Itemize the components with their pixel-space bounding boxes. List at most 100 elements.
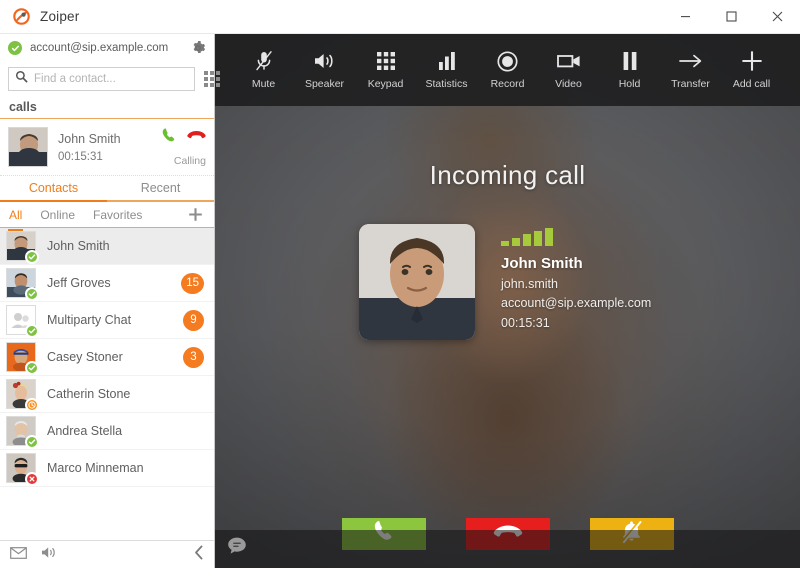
- minimize-button[interactable]: [662, 0, 708, 33]
- speaker-icon: [314, 50, 336, 72]
- close-button[interactable]: [754, 0, 800, 33]
- phone-hangup-icon[interactable]: [187, 129, 206, 147]
- search-box[interactable]: [8, 67, 195, 91]
- contact-row-casey-stoner[interactable]: Casey Stoner 3: [0, 339, 214, 376]
- toolbar-video-button[interactable]: Video: [538, 34, 599, 106]
- unread-badge: 3: [183, 346, 204, 368]
- toolbar-label: Video: [555, 78, 582, 90]
- toolbar-label: Record: [490, 78, 525, 90]
- toolbar-hold-button[interactable]: Hold: [599, 34, 660, 106]
- maximize-button[interactable]: [708, 0, 754, 33]
- toolbar-transfer-button[interactable]: Transfer: [660, 34, 721, 106]
- peer-username: john.smith: [501, 277, 558, 291]
- contact-row-multiparty-chat[interactable]: Multiparty Chat 9: [0, 302, 214, 339]
- gear-icon[interactable]: [188, 38, 208, 58]
- chevron-left-icon[interactable]: [194, 545, 204, 565]
- active-call-controls: Calling: [138, 127, 206, 167]
- call-duration: 00:15:31: [501, 315, 550, 330]
- plus-icon: [741, 50, 763, 72]
- phone-answer-icon[interactable]: [160, 127, 177, 149]
- bottom-shade: [215, 530, 800, 568]
- filter-all[interactable]: All: [8, 204, 24, 231]
- search-input[interactable]: [34, 73, 188, 85]
- status-online-icon: [25, 324, 39, 338]
- unread-badge: 9: [183, 309, 204, 331]
- tab-recent[interactable]: Recent: [107, 176, 214, 200]
- status-online-icon: [25, 250, 39, 264]
- contact-name: Marco Minneman: [47, 461, 144, 475]
- search-row: [0, 62, 220, 96]
- speaker-icon[interactable]: [41, 546, 58, 564]
- dialpad-grid-icon: [376, 50, 396, 72]
- add-contact-button[interactable]: [187, 206, 204, 223]
- signal-strength-icon: [501, 228, 651, 246]
- contact-photo: [359, 224, 475, 340]
- search-icon: [15, 70, 28, 88]
- avatar: [6, 342, 39, 375]
- zoiper-window: Zoiper account@sip.example.com Find a co…: [0, 0, 800, 568]
- call-state-title: Incoming call: [429, 160, 586, 190]
- filter-online[interactable]: Online: [39, 204, 76, 226]
- toolbar-keypad-button[interactable]: Keypad: [355, 34, 416, 106]
- title-bar: Zoiper: [0, 0, 800, 34]
- toolbar-mute-button[interactable]: Mute: [233, 34, 294, 106]
- contact-row-andrea-stella[interactable]: Andrea Stella: [0, 413, 214, 450]
- avatar: [6, 268, 39, 301]
- zoiper-logo-icon: [8, 8, 34, 25]
- peer-block: John Smith john.smith account@sip.exampl…: [359, 224, 651, 340]
- record-circle-icon: [497, 50, 518, 72]
- toolbar-label: Transfer: [671, 78, 710, 90]
- sidebar-main-tabs: Contacts Recent: [0, 176, 214, 202]
- avatar: [6, 453, 39, 486]
- toolbar-label: Speaker: [304, 78, 345, 90]
- active-call-info: John Smith 00:15:31: [58, 132, 138, 163]
- active-call-row[interactable]: John Smith 00:15:31 Calling: [0, 118, 214, 176]
- window-body: account@sip.example.com Find a contact..…: [0, 34, 800, 568]
- active-call-avatar: [8, 127, 48, 167]
- pause-icon: [622, 50, 638, 72]
- tab-contacts[interactable]: Contacts: [0, 176, 107, 202]
- account-row[interactable]: account@sip.example.com: [0, 34, 214, 62]
- toolbar-label: Add call: [732, 78, 771, 90]
- status-busy-icon: [25, 472, 39, 486]
- envelope-icon[interactable]: [10, 546, 27, 564]
- peer-account: account@sip.example.com: [501, 296, 652, 311]
- toolbar-add-call-button[interactable]: Add call: [721, 34, 782, 106]
- toolbar-record-button[interactable]: Record: [477, 34, 538, 106]
- contact-name: Andrea Stella: [47, 424, 123, 438]
- window-title: Zoiper: [40, 9, 80, 24]
- sidebar-filter-tabs: All Online Favorites: [0, 202, 214, 231]
- arrow-right-icon: [678, 50, 703, 72]
- toolbar-speaker-button[interactable]: Speaker: [294, 34, 355, 106]
- call-content: Incoming call John Smith john.smith acco…: [215, 106, 800, 568]
- filter-favorites[interactable]: Favorites: [92, 204, 143, 226]
- active-call-status: Calling: [173, 155, 206, 167]
- contact-row-catherin-stone[interactable]: Catherin Stone: [0, 376, 214, 413]
- contact-name: Casey Stoner: [47, 350, 123, 364]
- avatar: [6, 416, 39, 449]
- contact-name: Jeff Groves: [47, 276, 111, 290]
- sidebar: account@sip.example.com Find a contact..…: [0, 34, 220, 568]
- contact-name: Multiparty Chat: [47, 313, 132, 327]
- dialpad-grid-icon[interactable]: [202, 69, 222, 89]
- active-call-name: John Smith: [58, 131, 121, 146]
- peer-info: John Smith john.smith account@sip.exampl…: [501, 224, 651, 340]
- toolbar-statistics-button[interactable]: Statistics: [416, 34, 477, 106]
- contact-row-john-smith[interactable]: John Smith: [0, 228, 214, 265]
- active-call-duration: 00:15:31: [58, 150, 103, 163]
- toolbar-label: Mute: [251, 78, 276, 90]
- chat-bubble-icon[interactable]: [225, 534, 249, 558]
- avatar: [6, 231, 39, 264]
- status-online-icon: [25, 361, 39, 375]
- online-check-icon: [8, 41, 22, 55]
- status-away-icon: [25, 398, 39, 412]
- status-online-icon: [25, 435, 39, 449]
- contact-row-jeff-groves[interactable]: Jeff Groves 15: [0, 265, 214, 302]
- microphone-muted-icon: [254, 50, 274, 72]
- toolbar-label: Statistics: [425, 78, 468, 90]
- account-name: account@sip.example.com: [30, 42, 169, 54]
- contact-row-marco-minneman[interactable]: Marco Minneman: [0, 450, 214, 487]
- call-panel: Mute Speaker Keypad Statistics Record Vi…: [215, 34, 800, 568]
- contacts-list[interactable]: John Smith Jeff Groves 15 Multiparty Cha…: [0, 228, 214, 540]
- contact-name: John Smith: [47, 239, 110, 253]
